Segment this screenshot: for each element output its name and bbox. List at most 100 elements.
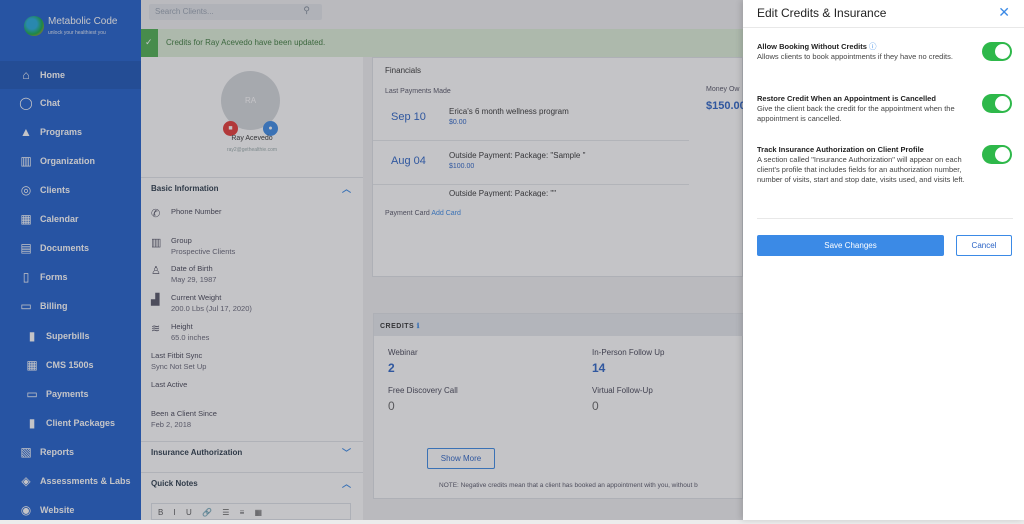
- credit-name: Webinar: [388, 348, 418, 357]
- success-banner: ✓ Credits for Ray Acevedo have been upda…: [141, 29, 743, 57]
- last-payments-label: Last Payments Made: [385, 88, 451, 95]
- dob-value: May 29, 1987: [171, 275, 217, 284]
- cancel-button[interactable]: Cancel: [956, 235, 1012, 256]
- quick-notes-header[interactable]: Quick Notes ︿: [141, 472, 363, 492]
- credit-item: In-Person Follow Up 14: [592, 348, 664, 375]
- section-title: Quick Notes: [151, 479, 198, 488]
- add-card-link[interactable]: Add Card: [431, 210, 461, 217]
- divider: [743, 27, 1024, 28]
- billing-icon: ▭: [20, 299, 32, 313]
- sidebar-item-clients[interactable]: ◎ Clients: [0, 176, 141, 204]
- credit-value: 0: [592, 399, 599, 413]
- toggle-knob: [995, 96, 1010, 111]
- payment-row[interactable]: Sep 10 Erica's 6 month wellness program $0…: [373, 97, 689, 141]
- building-icon: ▥: [20, 154, 32, 168]
- payment-card-label: Payment Card: [385, 210, 430, 217]
- chat-bubble-icon[interactable]: ●: [263, 121, 278, 136]
- client-profile-card: RA ■ ● Ray Acevedo ray2@gethealthie.com …: [141, 57, 363, 520]
- toggle-knob: [995, 44, 1010, 59]
- client-since-label: Been a Client Since: [151, 409, 217, 418]
- chevron-up-icon[interactable]: ︿: [342, 477, 351, 490]
- sidebar-item-billing[interactable]: ▭ Billing: [0, 292, 141, 320]
- home-icon: ⌂: [22, 68, 30, 82]
- toggle-switch[interactable]: [982, 42, 1012, 61]
- setting-option: Allow Booking Without Credits ⓘ Allows cl…: [757, 42, 977, 62]
- edit-credits-panel: Edit Credits & Insurance ✕ Allow Booking…: [743, 0, 1024, 520]
- clients-icon: ◎: [20, 183, 32, 197]
- payments-icon: ▭: [26, 387, 38, 401]
- panel-title: Edit Credits & Insurance: [757, 6, 887, 20]
- client-since-value: Feb 2, 2018: [151, 420, 192, 429]
- cms-icon: ▦: [26, 358, 38, 372]
- toggle-knob: [995, 147, 1010, 162]
- credit-item: Free Discovery Call 0: [388, 386, 458, 413]
- sidebar-item-home[interactable]: ⌂ Home: [0, 61, 141, 89]
- credits-header: CREDITS ℹ: [374, 314, 744, 336]
- documents-icon: ▤: [20, 241, 32, 255]
- sidebar-item-programs[interactable]: ▲ Programs: [0, 118, 141, 146]
- payment-row[interactable]: Outside Payment: Package: "": [373, 185, 689, 197]
- basic-information-header[interactable]: Basic Information ︿: [141, 177, 363, 197]
- toggle-switch[interactable]: [982, 94, 1012, 113]
- fitbit-label: Last Fitbit Sync: [151, 351, 203, 360]
- close-icon[interactable]: ✕: [998, 4, 1010, 21]
- sidebar-item-label: Forms: [40, 272, 68, 282]
- insurance-authorization-header[interactable]: Insurance Authorization ﹀: [141, 441, 363, 461]
- client-since-field: Been a Client Since Feb 2, 2018: [151, 409, 217, 429]
- money-owed-value: $150.00: [706, 100, 746, 112]
- weight-field: ▟ Current Weight 200.0 Lbs (Jul 17, 2020…: [151, 293, 252, 313]
- group-value: Prospective Clients: [171, 247, 236, 256]
- video-icon[interactable]: ■: [223, 121, 238, 136]
- avatar-initials: RA: [244, 96, 257, 105]
- sidebar-item-chat[interactable]: ◯ Chat: [0, 89, 141, 117]
- forms-icon: ▯: [22, 270, 30, 284]
- sidebar-item-label: Client Packages: [46, 418, 116, 428]
- sidebar-item-documents[interactable]: ▤ Documents: [0, 234, 141, 262]
- financials-title: Financials: [385, 66, 422, 75]
- banner-message: Credits for Ray Acevedo have been update…: [166, 38, 326, 47]
- sidebar-item-label: Chat: [40, 98, 60, 108]
- sidebar-item-label: Assessments & Labs: [40, 476, 131, 486]
- credit-value: 14: [592, 361, 606, 375]
- help-icon[interactable]: ⓘ: [869, 42, 877, 51]
- layers-icon: ≋: [151, 323, 161, 335]
- sidebar-item-organization[interactable]: ▥ Organization: [0, 147, 141, 175]
- sidebar-item-label: Calendar: [40, 214, 79, 224]
- sidebar-item-payments[interactable]: ▭ Payments: [0, 380, 141, 408]
- sidebar: Metabolic Code unlock your healthiest yo…: [0, 0, 141, 520]
- credit-name: Free Discovery Call: [388, 386, 458, 395]
- info-icon[interactable]: ℹ: [417, 323, 420, 330]
- sidebar-item-label: CMS 1500s: [46, 360, 94, 370]
- chevron-down-icon[interactable]: ﹀: [342, 446, 351, 459]
- payment-date: Sep 10: [391, 111, 426, 123]
- sidebar-item-reports[interactable]: ▧ Reports: [0, 438, 141, 466]
- toggle-switch[interactable]: [982, 145, 1012, 164]
- credits-note: NOTE: Negative credits mean that a clien…: [439, 482, 698, 489]
- sidebar-item-calendar[interactable]: ▦ Calendar: [0, 205, 141, 233]
- search-input[interactable]: Search Clients... ⚲: [149, 4, 322, 20]
- sidebar-item-label: Programs: [40, 127, 83, 137]
- sidebar-item-superbills[interactable]: ▮ Superbills: [0, 322, 141, 350]
- search-icon[interactable]: ⚲: [303, 5, 310, 16]
- show-more-button[interactable]: Show More: [427, 448, 495, 469]
- payment-card-row: Payment Card Add Card: [385, 210, 461, 217]
- notes-toolbar[interactable]: B I U 🔗 ☰ ≡ ▦: [151, 503, 351, 520]
- payment-row[interactable]: Aug 04 Outside Payment: Package: "Sample …: [373, 141, 689, 185]
- weight-label: Current Weight: [171, 293, 222, 302]
- sidebar-item-forms[interactable]: ▯ Forms: [0, 263, 141, 291]
- brand-logo[interactable]: Metabolic Code unlock your healthiest yo…: [24, 10, 124, 42]
- sidebar-item-cms-1500s[interactable]: ▦ CMS 1500s: [0, 351, 141, 379]
- sidebar-item-assessments-labs[interactable]: ◈ Assessments & Labs: [0, 467, 141, 495]
- sidebar-item-client-packages[interactable]: ▮ Client Packages: [0, 409, 141, 437]
- payment-date: Aug 04: [391, 155, 426, 167]
- main-content: Search Clients... ⚲ ✓ Credits for Ray Ac…: [141, 0, 746, 520]
- superbills-icon: ▮: [28, 329, 36, 343]
- client-email: ray2@gethealthie.com: [226, 147, 278, 153]
- phone-icon: ✆: [151, 208, 161, 220]
- fitbit-value: Sync Not Set Up: [151, 362, 207, 371]
- fitbit-field: Last Fitbit Sync Sync Not Set Up: [151, 351, 206, 371]
- save-changes-button[interactable]: Save Changes: [757, 235, 944, 256]
- section-title: Insurance Authorization: [151, 448, 243, 457]
- sidebar-item-label: Superbills: [46, 331, 90, 341]
- chevron-up-icon[interactable]: ︿: [342, 182, 351, 195]
